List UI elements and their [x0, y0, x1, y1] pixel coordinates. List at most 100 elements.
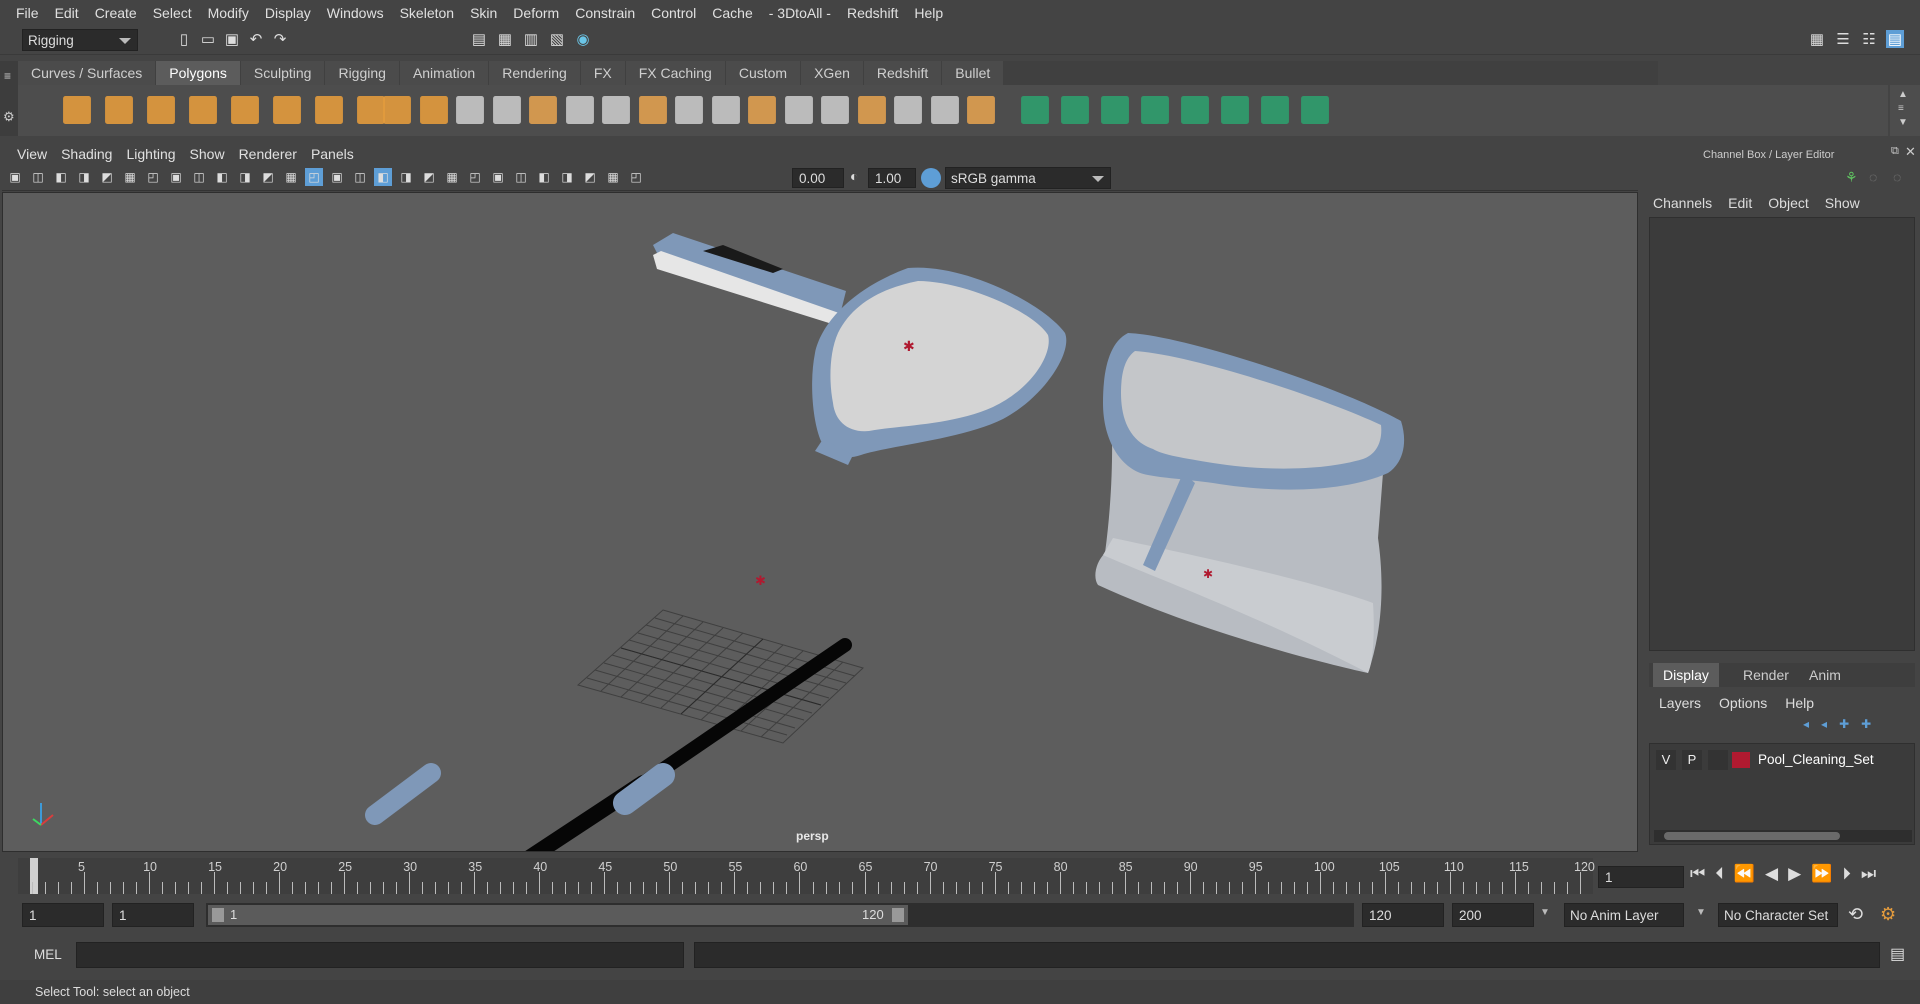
new-layer-selected-icon[interactable]: ✚ — [1861, 717, 1871, 731]
menu-create[interactable]: Create — [87, 5, 145, 21]
channel-list[interactable] — [1649, 217, 1915, 651]
depth-of-field-icon[interactable]: ◫ — [512, 168, 530, 186]
auto-key-icon[interactable]: ⟲ — [1848, 904, 1863, 925]
bevel-icon[interactable] — [711, 96, 740, 124]
boolean-icon[interactable] — [529, 96, 557, 124]
sync-icon[interactable]: ◌ — [1869, 169, 1877, 185]
smooth-shade-icon[interactable]: ▣ — [328, 168, 346, 186]
close-icon[interactable]: ✕ — [1905, 144, 1916, 160]
automatic-uv-icon[interactable] — [1141, 96, 1169, 124]
viewport-menu-lighting[interactable]: Lighting — [119, 146, 182, 162]
attribute-editor-icon[interactable]: ☰ — [1834, 30, 1852, 48]
command-input[interactable] — [76, 942, 684, 968]
extrude-icon[interactable] — [821, 96, 849, 124]
menu-skeleton[interactable]: Skeleton — [392, 5, 462, 21]
shelf-tab-redshift[interactable]: Redshift — [863, 61, 942, 85]
scroll-thumb[interactable] — [1664, 832, 1840, 840]
chevron-down-icon[interactable]: ▼ — [1696, 907, 1706, 918]
quad-draw-icon[interactable] — [1021, 96, 1049, 124]
shelf-tab-fx-caching[interactable]: FX Caching — [625, 61, 725, 85]
pool-brush[interactable] — [653, 233, 846, 323]
use-all-lights-icon[interactable]: ◨ — [397, 168, 415, 186]
plane-icon[interactable] — [231, 96, 259, 124]
script-language-label[interactable]: MEL — [34, 947, 62, 962]
range-start-grip[interactable] — [212, 908, 224, 922]
layer-playback-toggle[interactable]: P — [1682, 750, 1702, 770]
range-slider-track[interactable]: 1 120 — [206, 903, 1354, 927]
render-frame-icon[interactable]: ▦ — [496, 30, 514, 48]
smooth-icon[interactable] — [492, 96, 521, 124]
safe-title-icon[interactable]: ▦ — [282, 168, 300, 186]
sew-uv-icon[interactable] — [1221, 96, 1249, 124]
shelf-tab-sculpting[interactable]: Sculpting — [240, 61, 325, 85]
shelf-tab-bullet[interactable]: Bullet — [942, 61, 1004, 85]
viewport-menu-panels[interactable]: Panels — [304, 146, 361, 162]
deep-net-skimmer[interactable]: ✱ — [1095, 333, 1405, 673]
tool-settings-icon[interactable]: ☷ — [1860, 30, 1878, 48]
step-back-key-icon[interactable]: ⏴ — [1715, 864, 1724, 884]
cube-icon[interactable] — [105, 96, 133, 124]
menu-file[interactable]: File — [8, 5, 47, 21]
go-to-end-icon[interactable]: ⏭ — [1861, 864, 1876, 884]
render-settings-icon[interactable]: ▧ — [548, 30, 566, 48]
grease-pencil-icon[interactable]: ◩ — [98, 168, 116, 186]
menu-constrain[interactable]: Constrain — [567, 5, 643, 21]
film-gate-icon[interactable]: ▣ — [167, 168, 185, 186]
separate-icon[interactable] — [419, 96, 448, 124]
camera-select-icon[interactable]: ▣ — [6, 168, 24, 186]
cone-icon[interactable] — [189, 96, 217, 124]
play-forwards-icon[interactable]: ▶ — [1788, 864, 1801, 884]
viewport-menu-view[interactable]: View — [10, 146, 54, 162]
move-layer-up-icon[interactable]: ◂ — [1803, 717, 1809, 731]
mirror-icon[interactable] — [565, 96, 594, 124]
range-end-grip[interactable] — [892, 908, 904, 922]
menu-select[interactable]: Select — [145, 5, 200, 21]
safe-action-icon[interactable]: ◩ — [259, 168, 277, 186]
new-layer-icon[interactable]: ✚ — [1839, 717, 1849, 731]
anti-aliasing-icon[interactable]: ▣ — [489, 168, 507, 186]
menu-deform[interactable]: Deform — [505, 5, 567, 21]
step-back-frame-icon[interactable]: ⏪ — [1734, 864, 1755, 884]
default-material-icon[interactable]: ◫ — [351, 168, 369, 186]
field-chart-icon[interactable]: ◨ — [236, 168, 254, 186]
grid-icon[interactable]: ◰ — [144, 168, 162, 186]
append-polygon-icon[interactable] — [784, 96, 813, 124]
menu-3dtoall[interactable]: - 3DtoAll - — [761, 5, 839, 21]
color-management-icon[interactable] — [921, 168, 941, 188]
merge-icon[interactable] — [857, 96, 886, 124]
shelf-tab-xgen[interactable]: XGen — [801, 61, 863, 85]
gate-mask-icon[interactable]: ◧ — [213, 168, 231, 186]
step-forward-key-icon[interactable]: ⏵ — [1842, 864, 1851, 884]
combine-icon[interactable] — [383, 96, 411, 124]
channel-menu-object[interactable]: Object — [1768, 195, 1808, 211]
menu-edit[interactable]: Edit — [47, 5, 87, 21]
shelf-tab-rigging[interactable]: Rigging — [325, 61, 399, 85]
cut-uv-icon[interactable] — [1181, 96, 1209, 124]
animation-prefs-icon[interactable]: ⚙ — [1880, 904, 1896, 925]
time-slider[interactable]: 1 5 10 15 20 25 30 35 40 45 50 55 60 65 70 75 80 85 90 95 1… — [18, 858, 1595, 894]
xray-joints-icon[interactable]: ◩ — [581, 168, 599, 186]
pyramid-icon[interactable] — [315, 96, 343, 124]
sphere-icon[interactable] — [63, 96, 91, 124]
float-icon[interactable]: ⧉ — [1891, 145, 1899, 158]
isolate-select-icon[interactable]: ◧ — [535, 168, 553, 186]
gamma-field[interactable]: 1.00 — [868, 168, 916, 188]
save-scene-icon[interactable]: ▣ — [223, 30, 241, 48]
menu-skin[interactable]: Skin — [462, 5, 505, 21]
pipe-icon[interactable] — [357, 96, 385, 124]
scroll-up-icon[interactable]: ▲ — [1898, 89, 1908, 100]
shadows-icon[interactable]: ◩ — [420, 168, 438, 186]
leaf-skimmer[interactable]: ✱ — [812, 267, 1067, 465]
layer-scrollbar[interactable] — [1654, 830, 1912, 842]
shelf-options-icon[interactable]: ≡ — [1898, 103, 1904, 114]
shelf-tab-rendering[interactable]: Rendering — [489, 61, 580, 85]
bevel-edge-icon[interactable] — [930, 96, 959, 124]
sculpt-icon[interactable] — [967, 96, 995, 124]
channel-menu-channels[interactable]: Channels — [1653, 195, 1712, 211]
menu-modify[interactable]: Modify — [200, 5, 257, 21]
step-forward-frame-icon[interactable]: ⏩ — [1811, 864, 1832, 884]
shelf-tab-polygons[interactable]: Polygons — [156, 61, 240, 85]
hypershade-icon[interactable]: ◉ — [574, 30, 592, 48]
layer-color-swatch[interactable] — [1732, 752, 1750, 768]
layer-menu-layers[interactable]: Layers — [1659, 695, 1701, 711]
